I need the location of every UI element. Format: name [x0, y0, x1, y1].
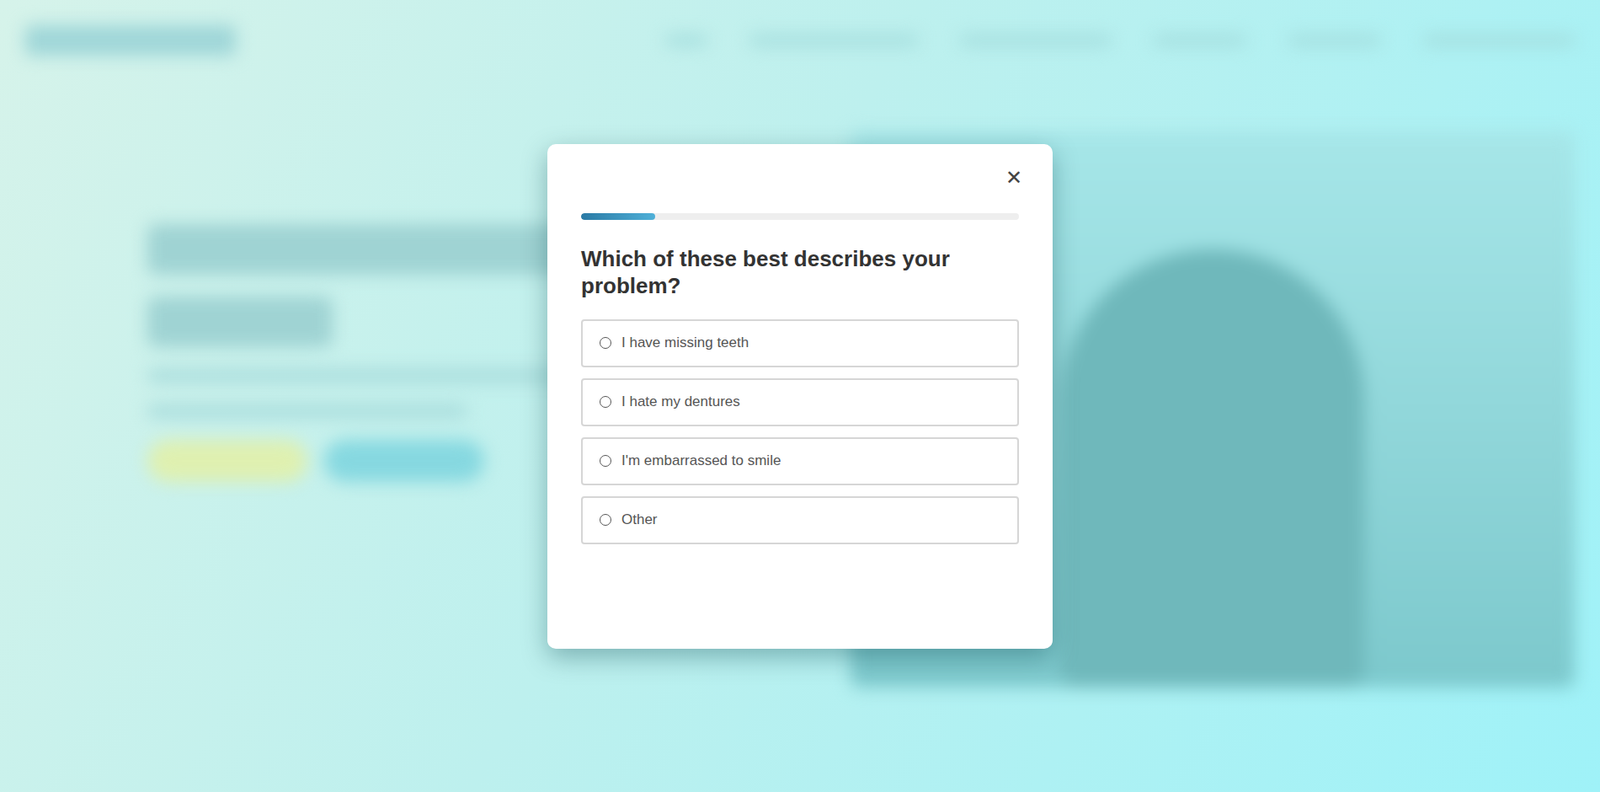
progress-bar	[581, 213, 1019, 220]
blurred-nav	[25, 25, 1575, 56]
option-item[interactable]: I hate my dentures	[581, 378, 1019, 427]
radio-icon[interactable]	[599, 454, 612, 467]
radio-icon[interactable]	[599, 513, 612, 526]
option-item[interactable]: I have missing teeth	[581, 319, 1019, 368]
modal-overlay: ✕ Which of these best describes your prob…	[0, 0, 1600, 792]
radio-icon[interactable]	[599, 395, 612, 408]
option-item[interactable]: I'm embarrassed to smile	[581, 437, 1019, 486]
question-title: Which of these best describes your probl…	[581, 245, 1019, 299]
radio-icon[interactable]	[599, 336, 612, 349]
close-button[interactable]: ✕	[1002, 164, 1026, 192]
blurred-logo	[25, 25, 236, 56]
page: ✕ Which of these best describes your prob…	[0, 0, 1600, 792]
option-list: I have missing teeth I hate my dentures I'…	[581, 319, 1019, 544]
option-item[interactable]: Other	[581, 496, 1019, 544]
quiz-modal: ✕ Which of these best describes your prob…	[547, 144, 1053, 649]
blurred-links	[665, 35, 1575, 46]
progress-fill	[581, 213, 656, 220]
